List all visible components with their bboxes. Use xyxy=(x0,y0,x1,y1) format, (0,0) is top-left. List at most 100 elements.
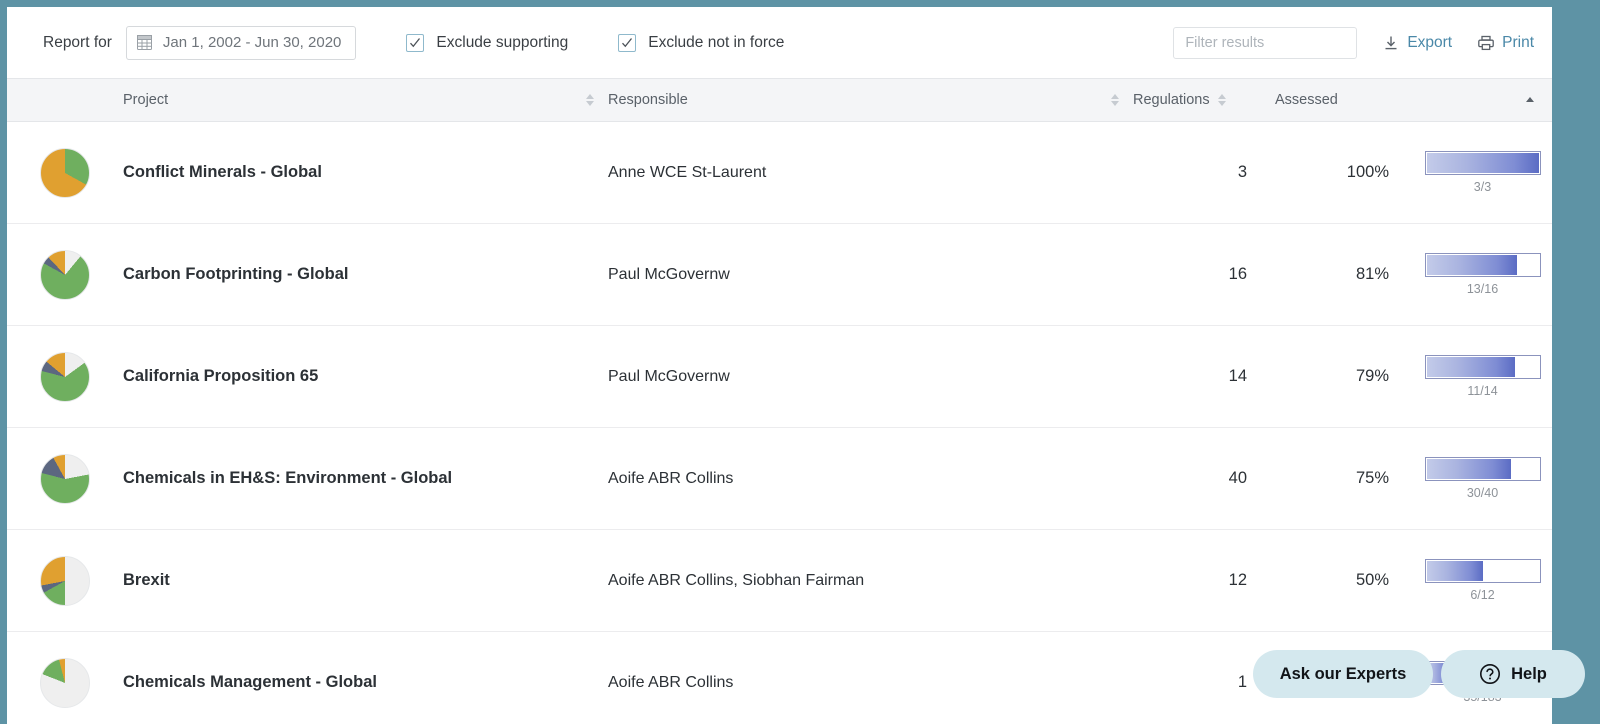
assessed-percent: 75% xyxy=(1253,469,1413,488)
assessed-percent: 79% xyxy=(1253,367,1413,386)
progress-bar xyxy=(1425,253,1541,277)
assessment-pie-chart-icon xyxy=(40,556,90,606)
progress-bar-fill xyxy=(1427,459,1511,479)
assessment-pie-chart-icon xyxy=(40,250,90,300)
calendar-icon xyxy=(137,35,152,50)
project-name: Chemicals Management - Global xyxy=(123,673,377,691)
project-name: Carbon Footprinting - Global xyxy=(123,265,348,283)
row-project-cell[interactable]: Brexit xyxy=(123,571,608,590)
row-assessed-cell: 81% xyxy=(1253,265,1413,284)
regulations-count: 12 xyxy=(1133,571,1253,590)
responsible-name: Paul McGovernw xyxy=(608,266,730,283)
header-cell-assessed-sort[interactable] xyxy=(1413,79,1552,121)
row-regulations-cell: 12 xyxy=(1133,571,1253,590)
app-root: Report for Jan 1, 2002 - Jun 30, 2020 xyxy=(0,0,1600,724)
print-button[interactable]: Print xyxy=(1478,34,1534,52)
sort-asc-caret-icon xyxy=(1111,94,1119,99)
responsible-name: Anne WCE St-Laurent xyxy=(608,164,766,181)
progress-bar xyxy=(1425,559,1541,583)
progress-bar-fill xyxy=(1427,357,1515,377)
progress-ratio-label: 13/16 xyxy=(1467,282,1498,296)
table-row[interactable]: BrexitAoife ABR Collins, Siobhan Fairman… xyxy=(7,530,1552,632)
row-regulations-cell: 3 xyxy=(1133,163,1253,182)
row-pie-cell xyxy=(7,148,123,198)
row-project-cell[interactable]: California Proposition 65 xyxy=(123,367,608,386)
sort-toggle-responsible[interactable] xyxy=(1111,94,1119,106)
table-row[interactable]: California Proposition 65 Paul McGovernw 1… xyxy=(7,326,1552,428)
row-project-cell[interactable]: Carbon Footprinting - Global xyxy=(123,265,608,284)
assessed-percent: 50% xyxy=(1253,571,1413,590)
row-pie-cell xyxy=(7,658,123,708)
header-cell-project[interactable]: Project xyxy=(123,79,608,121)
project-name: California Proposition 65 xyxy=(123,367,318,385)
progress-bar-fill xyxy=(1427,561,1483,581)
checkbox-label-exclude-supporting: Exclude supporting xyxy=(436,34,568,52)
sort-asc-caret-icon xyxy=(586,94,594,99)
regulations-count: 40 xyxy=(1133,469,1253,488)
header-label-responsible: Responsible xyxy=(608,92,688,108)
report-for-label: Report for xyxy=(43,34,112,52)
progress-bar xyxy=(1425,151,1541,175)
export-label: Export xyxy=(1407,34,1452,52)
progress-bar xyxy=(1425,355,1541,379)
table-row[interactable]: Conflict Minerals - GlobalAnne WCE St-La… xyxy=(7,122,1552,224)
filter-results-input[interactable] xyxy=(1173,27,1357,59)
help-button[interactable]: Help xyxy=(1441,650,1585,698)
row-progress-cell: 3/3 xyxy=(1413,151,1552,194)
row-responsible-cell: Paul McGovernw xyxy=(608,266,1133,284)
date-range-picker[interactable]: Jan 1, 2002 - Jun 30, 2020 xyxy=(126,26,356,60)
checkbox-icon[interactable] xyxy=(618,34,636,52)
table-row[interactable]: Carbon Footprinting - Global Paul McGover… xyxy=(7,224,1552,326)
row-progress-cell: 11/14 xyxy=(1413,355,1552,398)
row-project-cell[interactable]: Chemicals in EH&S: Environment - Global xyxy=(123,469,608,488)
sort-desc-caret-icon xyxy=(1111,101,1119,106)
assessed-percent: 100% xyxy=(1253,163,1413,182)
responsible-name: Aoife ABR Collins, Siobhan Fairman xyxy=(608,572,864,589)
regulations-count: 14 xyxy=(1133,367,1253,386)
row-assessed-cell: 100% xyxy=(1253,163,1413,182)
sort-asc-caret-icon xyxy=(1218,94,1226,99)
question-circle-icon xyxy=(1479,663,1501,685)
header-cell-responsible[interactable]: Responsible xyxy=(608,79,1133,121)
date-range-value: Jan 1, 2002 - Jun 30, 2020 xyxy=(163,34,341,51)
header-label-assessed: Assessed xyxy=(1275,92,1338,108)
ask-our-experts-button[interactable]: Ask our Experts xyxy=(1253,650,1433,698)
progress-bar-fill xyxy=(1427,255,1518,275)
row-project-cell[interactable]: Chemicals Management - Global xyxy=(123,673,608,692)
sort-desc-caret-icon xyxy=(586,101,594,106)
row-regulations-cell: 14 xyxy=(1133,367,1253,386)
ask-our-experts-label: Ask our Experts xyxy=(1280,665,1407,684)
export-button[interactable]: Export xyxy=(1383,34,1452,52)
sort-toggle-assessed[interactable] xyxy=(1526,97,1534,104)
checkbox-exclude-not-in-force[interactable]: Exclude not in force xyxy=(618,34,784,52)
row-progress-cell: 6/12 xyxy=(1413,559,1552,602)
header-label-regulations: Regulations xyxy=(1133,92,1210,108)
regulations-count: 1 xyxy=(1133,673,1253,692)
assessment-pie-chart-icon xyxy=(40,352,90,402)
row-assessed-cell: 79% xyxy=(1253,367,1413,386)
sort-desc-caret-icon xyxy=(1218,101,1226,106)
assessment-pie-chart-icon xyxy=(40,148,90,198)
row-assessed-cell: 75% xyxy=(1253,469,1413,488)
header-label-project: Project xyxy=(123,92,168,108)
row-pie-cell xyxy=(7,352,123,402)
checkbox-exclude-supporting[interactable]: Exclude supporting xyxy=(406,34,568,52)
header-cell-regulations[interactable]: Regulations xyxy=(1133,79,1253,121)
row-regulations-cell: 1 xyxy=(1133,673,1253,692)
row-pie-cell xyxy=(7,250,123,300)
progress-ratio-label: 30/40 xyxy=(1467,486,1498,500)
header-cell-assessed[interactable]: Assessed xyxy=(1253,79,1413,121)
progress-bar-fill xyxy=(1427,153,1539,173)
report-toolbar: Report for Jan 1, 2002 - Jun 30, 2020 xyxy=(7,7,1552,78)
responsible-name: Paul McGovernw xyxy=(608,368,730,385)
row-pie-cell xyxy=(7,556,123,606)
sort-toggle-regulations[interactable] xyxy=(1218,94,1226,106)
sort-toggle-project[interactable] xyxy=(586,94,594,106)
progress-bar xyxy=(1425,457,1541,481)
row-project-cell[interactable]: Conflict Minerals - Global xyxy=(123,163,608,182)
checkbox-icon[interactable] xyxy=(406,34,424,52)
row-responsible-cell: Aoife ABR Collins xyxy=(608,674,1133,692)
table-row[interactable]: Chemicals in EH&S: Environment - GlobalA… xyxy=(7,428,1552,530)
row-responsible-cell: Anne WCE St-Laurent xyxy=(608,164,1133,182)
row-regulations-cell: 16 xyxy=(1133,265,1253,284)
